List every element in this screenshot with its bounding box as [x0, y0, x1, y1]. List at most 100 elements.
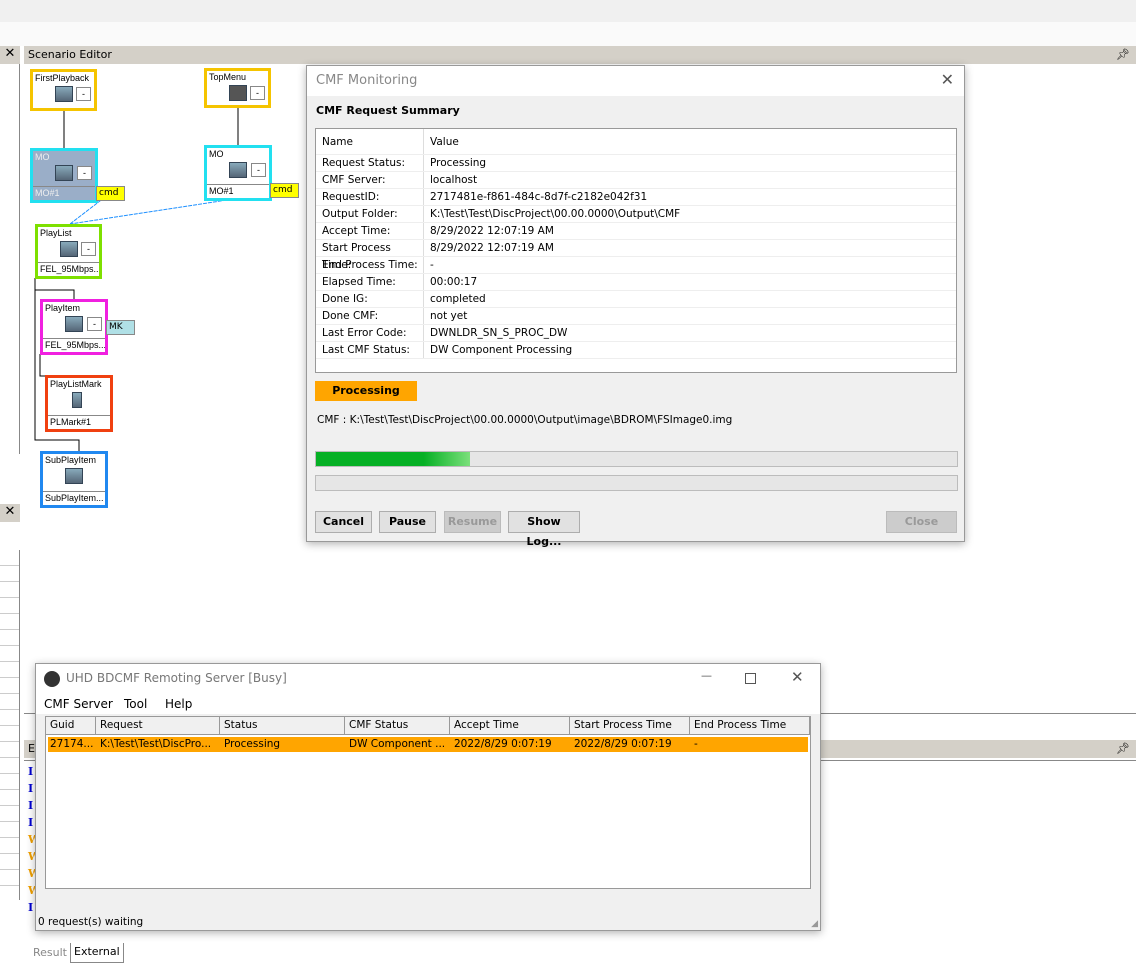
tab-external[interactable]: External — [70, 943, 124, 963]
menu-tool[interactable]: Tool — [124, 697, 147, 711]
remote-menu-icon — [229, 85, 247, 101]
row-name: Request Status: — [316, 155, 424, 171]
row-name: RequestID: — [316, 189, 424, 205]
node-firstplayback[interactable]: FirstPlayback - — [30, 69, 97, 111]
film-mark-icon — [72, 392, 82, 408]
maximize-icon[interactable] — [745, 673, 756, 684]
table-cell: - — [694, 738, 698, 750]
row-name: Output Folder: — [316, 206, 424, 222]
requests-table: Guid Request Status CMF Status Accept Time St… — [45, 716, 811, 889]
row-value: localhost — [430, 174, 478, 186]
sub-film-icon — [65, 468, 83, 484]
table-cell: DW Component ... — [349, 738, 446, 750]
node-title: MO — [209, 149, 224, 159]
table-row: Done CMF: not yet — [316, 308, 956, 325]
node-title: PlayListMark — [50, 379, 102, 389]
node-playlist[interactable]: PlayList - FEL_95Mbps... — [35, 224, 102, 279]
column-header[interactable]: End Process Time — [690, 717, 810, 734]
row-value: 8/29/2022 12:07:19 AM — [430, 225, 554, 237]
node-mo-1[interactable]: MO - MO#1 — [30, 148, 98, 203]
row-value: 00:00:17 — [430, 276, 478, 288]
pin-icon[interactable]: 📌︎ — [1116, 46, 1130, 64]
title-bar: CMF Monitoring ✕ — [307, 66, 964, 96]
pin-icon[interactable]: 📌︎ — [1116, 740, 1130, 758]
cmd-tag[interactable]: cmd — [270, 183, 299, 198]
window-title: UHD BDCMF Remoting Server [Busy] — [66, 671, 287, 685]
node-expand-button[interactable]: - — [76, 87, 91, 101]
left-pane — [0, 64, 20, 454]
close-icon[interactable]: ✕ — [0, 504, 20, 519]
mark-tag[interactable]: MK — [106, 320, 135, 335]
node-playlistmark[interactable]: PlayListMark PLMark#1 — [45, 375, 113, 432]
table-row: Last Error Code: DWNLDR_SN_S_PROC_DW — [316, 325, 956, 342]
close-icon[interactable]: ✕ — [0, 46, 20, 61]
node-title: TopMenu — [209, 72, 247, 82]
node-subtitle: PLMark#1 — [48, 415, 110, 429]
menu-help[interactable]: Help — [165, 697, 192, 711]
node-mo-2[interactable]: MO - MO#1 — [204, 145, 272, 201]
node-title: FirstPlayback — [35, 73, 90, 83]
row-name: Last CMF Status: — [316, 342, 424, 358]
close-button[interactable]: Close — [886, 511, 957, 533]
column-header[interactable]: CMF Status — [345, 717, 450, 734]
node-expand-button[interactable]: - — [81, 242, 96, 256]
node-title: MO — [35, 152, 50, 162]
node-expand-button[interactable]: - — [87, 317, 102, 331]
table-cell: Processing — [224, 738, 281, 750]
node-subtitle: MO#1 — [207, 184, 269, 198]
title-bar: UHD BDCMF Remoting Server [Busy] — ✕ — [36, 664, 820, 694]
node-expand-button[interactable]: - — [251, 163, 266, 177]
node-subtitle: FEL_95Mbps... — [38, 262, 99, 274]
node-expand-button[interactable]: - — [250, 86, 265, 100]
remoting-server-window: UHD BDCMF Remoting Server [Busy] — ✕ CMF… — [35, 663, 821, 931]
cmd-tag[interactable]: cmd — [96, 186, 125, 201]
cancel-button[interactable]: Cancel — [315, 511, 372, 533]
table-row: Last CMF Status: DW Component Processing — [316, 342, 956, 359]
table-row: Request Status: Processing — [316, 155, 956, 172]
node-subtitle: MO#1 — [33, 186, 95, 200]
left-pane-header: ✕ — [0, 46, 20, 64]
node-title: PlayList — [40, 228, 72, 238]
column-header[interactable]: Request — [96, 717, 220, 734]
row-value: not yet — [430, 310, 468, 322]
table-row: Accept Time: 8/29/2022 12:07:19 AM — [316, 223, 956, 240]
resize-grip-icon[interactable]: ◢ — [811, 919, 818, 929]
node-expand-button[interactable]: - — [77, 166, 92, 180]
node-subplayitem[interactable]: SubPlayItem SubPlayItem... — [40, 451, 108, 508]
node-topmenu[interactable]: TopMenu - — [204, 68, 271, 108]
column-header[interactable]: Accept Time — [450, 717, 570, 734]
close-icon[interactable]: ✕ — [941, 70, 954, 89]
table-row: Start Process Time: 8/29/2022 12:07:19 AM — [316, 240, 956, 271]
disc-icon — [55, 86, 73, 102]
column-header[interactable]: Start Process Time — [570, 717, 690, 734]
tab-result[interactable]: Result — [30, 944, 70, 962]
row-name: End Process Time: — [316, 257, 424, 273]
row-name: Start Process Time: — [316, 240, 424, 271]
log-level-marker: I — [28, 765, 34, 778]
close-icon[interactable]: ✕ — [791, 668, 804, 686]
header-value: Value — [430, 136, 459, 148]
resume-button[interactable]: Resume — [444, 511, 501, 533]
app-logo-icon — [44, 671, 60, 687]
top-bar — [0, 0, 1136, 22]
show-log-button[interactable]: Show Log... — [508, 511, 580, 548]
row-value: - — [430, 259, 434, 271]
node-subtitle: SubPlayItem... — [43, 491, 105, 503]
progress-bar-secondary — [315, 475, 958, 491]
menu-cmf-server[interactable]: CMF Server — [44, 697, 113, 711]
progress-bar-main — [315, 451, 958, 467]
table-cell: 2022/8/29 0:07:19 — [454, 738, 552, 750]
table-row: CMF Server: localhost — [316, 172, 956, 189]
table-row[interactable]: 27174... K:\Test\Test\DiscPro... Processin… — [48, 737, 808, 752]
playlist-icon — [60, 241, 78, 257]
toolbar-area — [0, 22, 1136, 46]
progress-fill — [316, 452, 470, 466]
column-header[interactable]: Status — [220, 717, 345, 734]
status-text: 0 request(s) waiting — [38, 916, 144, 928]
pause-button[interactable]: Pause — [379, 511, 436, 533]
menu-bar: CMF Server Tool Help — [36, 694, 820, 714]
minimize-icon[interactable]: — — [701, 669, 712, 682]
column-header[interactable]: Guid — [46, 717, 96, 734]
node-playitem[interactable]: PlayItem - FEL_95Mbps... — [40, 299, 108, 355]
row-value: 2717481e-f861-484c-8d7f-c2182e042f31 — [430, 191, 648, 203]
